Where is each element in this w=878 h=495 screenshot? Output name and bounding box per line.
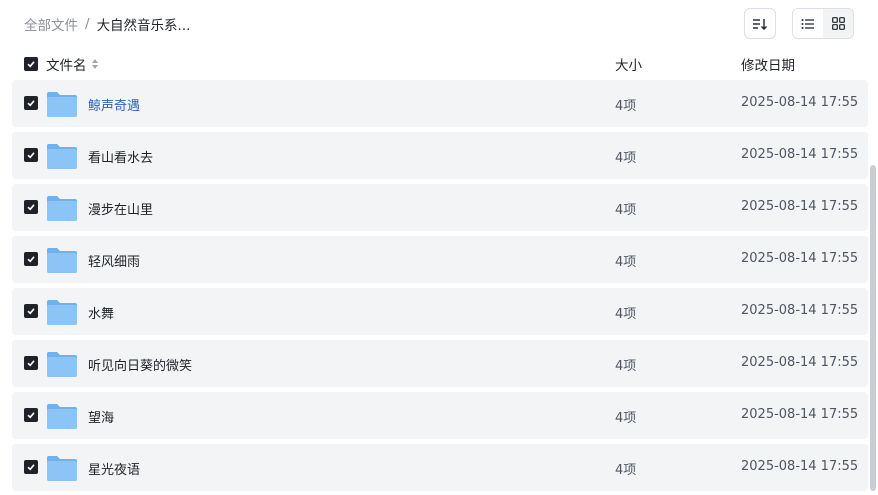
table-row[interactable]: 鲸声奇遇 4项 2025-08-14 17:55 [12, 80, 868, 127]
checkbox-checked-icon [27, 61, 35, 68]
list-view-icon [801, 18, 814, 29]
file-size: 4项 [615, 203, 637, 218]
file-name[interactable]: 水舞 [88, 303, 114, 322]
breadcrumb-root[interactable]: 全部文件 [24, 14, 78, 34]
scrollbar[interactable] [870, 165, 876, 491]
select-all-checkbox[interactable] [24, 57, 38, 71]
table-row[interactable]: 漫步在山里 4项 2025-08-14 17:55 [12, 184, 868, 231]
folder-icon [47, 456, 77, 481]
checkbox-checked-icon [27, 100, 35, 107]
file-modified-date: 2025-08-14 17:55 [741, 95, 859, 110]
file-modified-date: 2025-08-14 17:55 [741, 407, 859, 422]
grid-view-button[interactable] [823, 9, 853, 38]
sort-lines-icon [753, 18, 767, 30]
column-header-name-label: 文件名 [46, 58, 87, 74]
row-checkbox[interactable] [24, 460, 38, 474]
file-list: 鲸声奇遇 4项 2025-08-14 17:55 看山看水去 4项 2025-0… [12, 80, 868, 495]
table-header: 文件名 大小 修改日期 [12, 51, 868, 77]
table-row[interactable]: 望海 4项 2025-08-14 17:55 [12, 392, 868, 439]
file-modified-date: 2025-08-14 17:55 [741, 199, 859, 214]
table-row[interactable]: 听见向日葵的微笑 4项 2025-08-14 17:55 [12, 340, 868, 387]
table-row[interactable]: 水舞 4项 2025-08-14 17:55 [12, 288, 868, 335]
file-modified-date: 2025-08-14 17:55 [741, 355, 859, 370]
file-name[interactable]: 望海 [88, 407, 114, 426]
row-checkbox[interactable] [24, 408, 38, 422]
row-checkbox[interactable] [24, 200, 38, 214]
file-size: 4项 [615, 99, 637, 114]
checkbox-checked-icon [27, 256, 35, 263]
file-modified-date: 2025-08-14 17:55 [741, 303, 859, 318]
table-row[interactable]: 轻风细雨 4项 2025-08-14 17:55 [12, 236, 868, 283]
file-modified-date: 2025-08-14 17:55 [741, 147, 859, 162]
row-checkbox[interactable] [24, 304, 38, 318]
breadcrumb: 全部文件 / 大自然音乐系... [24, 14, 190, 34]
checkbox-checked-icon [27, 152, 35, 159]
checkbox-checked-icon [27, 204, 35, 211]
file-size: 4项 [615, 463, 637, 478]
column-header-size[interactable]: 大小 [615, 54, 642, 74]
row-checkbox[interactable] [24, 356, 38, 370]
folder-icon [47, 352, 77, 377]
column-header-name[interactable]: 文件名 [46, 54, 99, 74]
sort-caret-icon [91, 58, 99, 70]
file-name[interactable]: 看山看水去 [88, 147, 153, 166]
file-modified-date: 2025-08-14 17:55 [741, 459, 859, 474]
file-size: 4项 [615, 307, 637, 322]
file-name[interactable]: 轻风细雨 [88, 251, 140, 270]
file-size: 4项 [615, 411, 637, 426]
table-row[interactable]: 星光夜语 4项 2025-08-14 17:55 [12, 444, 868, 491]
table-row[interactable]: 看山看水去 4项 2025-08-14 17:55 [12, 132, 868, 179]
folder-icon [47, 404, 77, 429]
folder-icon [47, 248, 77, 273]
file-name[interactable]: 漫步在山里 [88, 199, 153, 218]
file-size: 4项 [615, 151, 637, 166]
folder-icon [47, 300, 77, 325]
view-toggle [792, 8, 854, 39]
list-view-button[interactable] [793, 9, 823, 38]
breadcrumb-separator: / [85, 16, 90, 32]
sort-button[interactable] [744, 8, 776, 39]
row-checkbox[interactable] [24, 252, 38, 266]
file-name[interactable]: 星光夜语 [88, 459, 140, 478]
folder-icon [47, 196, 77, 221]
checkbox-checked-icon [27, 464, 35, 471]
file-name[interactable]: 鲸声奇遇 [88, 95, 140, 114]
file-browser: 全部文件 / 大自然音乐系... 文件名 大小 修改日期 鲸声奇遇 4项 202… [0, 0, 878, 495]
row-checkbox[interactable] [24, 96, 38, 110]
breadcrumb-current: 大自然音乐系... [96, 18, 191, 34]
column-header-modified[interactable]: 修改日期 [741, 54, 795, 74]
file-size: 4项 [615, 255, 637, 270]
row-checkbox[interactable] [24, 148, 38, 162]
folder-icon [47, 144, 77, 169]
file-size: 4项 [615, 359, 637, 374]
file-modified-date: 2025-08-14 17:55 [741, 251, 859, 266]
file-name[interactable]: 听见向日葵的微笑 [88, 355, 192, 374]
checkbox-checked-icon [27, 308, 35, 315]
checkbox-checked-icon [27, 412, 35, 419]
folder-icon [47, 92, 77, 117]
grid-view-icon [831, 17, 845, 30]
checkbox-checked-icon [27, 360, 35, 367]
